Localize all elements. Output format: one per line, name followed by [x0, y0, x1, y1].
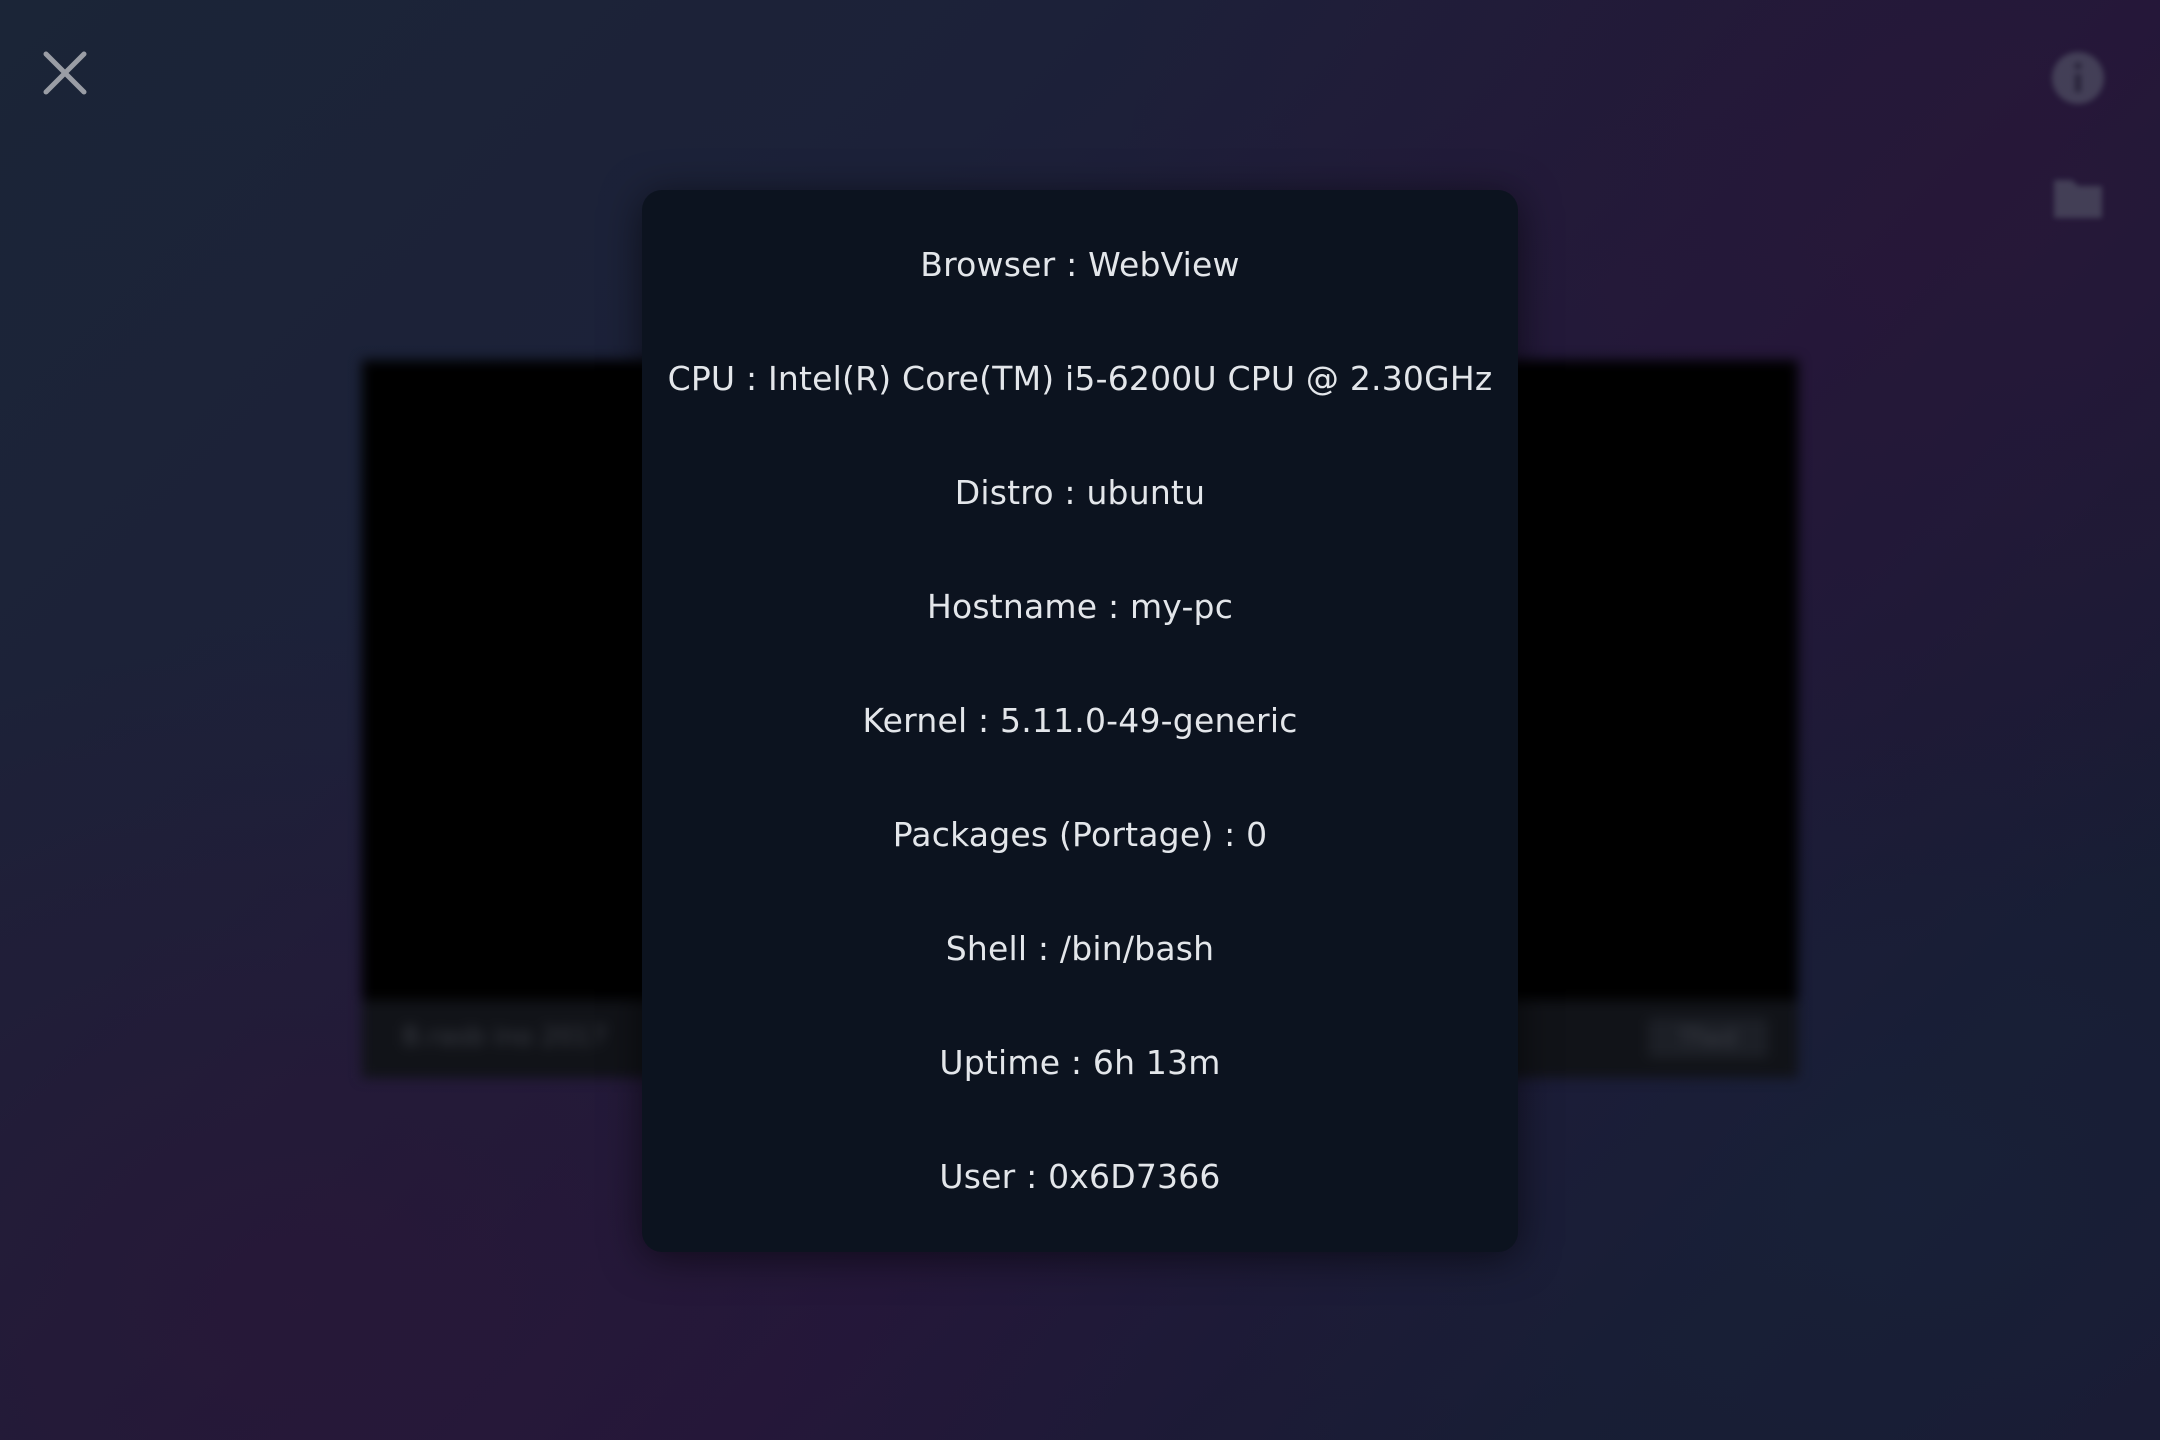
close-icon [43, 51, 87, 95]
info-row-user: User : 0x6D7366 [939, 1157, 1221, 1196]
info-row-packages: Packages (Portage) : 0 [892, 815, 1268, 854]
system-info-card: Browser : WebView CPU : Intel(R) Core(TM… [642, 190, 1518, 1252]
info-row-browser: Browser : WebView [920, 245, 1240, 284]
close-button[interactable] [38, 46, 92, 100]
info-row-kernel: Kernel : 5.11.0-49-generic [862, 701, 1298, 740]
folder-icon [2054, 180, 2102, 218]
background-footer-text: B.rasb ino 2017 [402, 1022, 608, 1052]
info-row-hostname: Hostname : my-pc [926, 587, 1234, 626]
info-row-cpu: CPU : Intel(R) Core(TM) i5-6200U CPU @ 2… [667, 359, 1493, 398]
info-button[interactable] [2050, 50, 2106, 106]
info-row-shell: Shell : /bin/bash [945, 929, 1215, 968]
folder-button[interactable] [2050, 170, 2106, 226]
background-footer-button: Tfwd [1648, 1018, 1768, 1058]
info-row-distro: Distro : ubuntu [954, 473, 1206, 512]
info-row-uptime: Uptime : 6h 13m [939, 1043, 1221, 1082]
info-icon [2052, 52, 2104, 104]
